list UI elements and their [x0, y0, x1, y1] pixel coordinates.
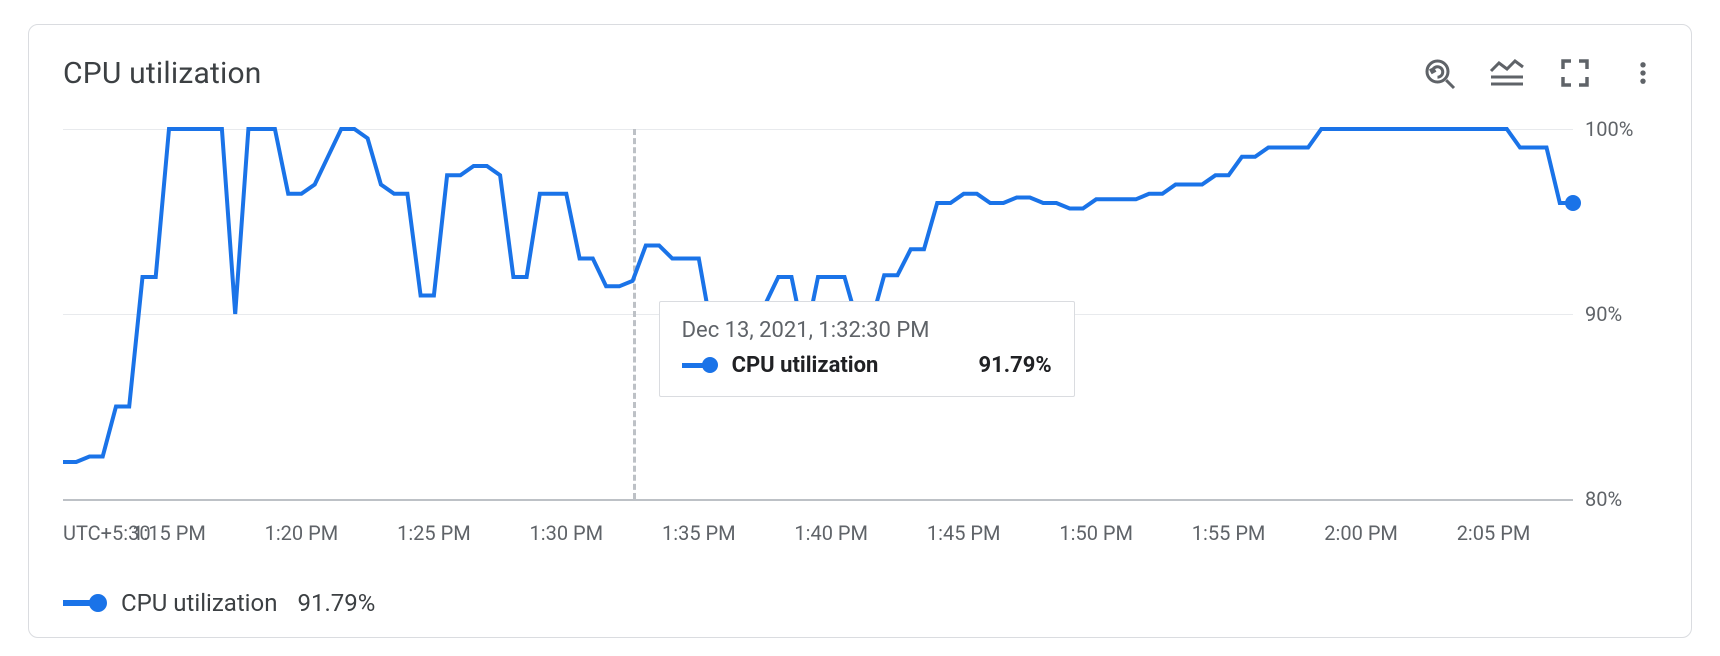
- legend[interactable]: CPU utilization 91.79%: [63, 589, 375, 617]
- legend-icon: [1489, 59, 1525, 87]
- fullscreen-button[interactable]: [1555, 53, 1595, 93]
- tooltip-series-value: 91.79%: [978, 353, 1051, 378]
- ytick-100: 100%: [1585, 117, 1665, 141]
- xtick-10: 2:05 PM: [1457, 521, 1531, 545]
- legend-series-value: 91.79%: [297, 589, 375, 617]
- ytick-90: 90%: [1585, 302, 1665, 326]
- more-vertical-icon: [1629, 57, 1657, 89]
- tooltip-series-marker: [682, 357, 718, 373]
- x-axis-line: [63, 499, 1573, 501]
- xtick-0: 1:15 PM: [132, 521, 206, 545]
- legend-series-name: CPU utilization: [121, 589, 277, 617]
- tooltip: Dec 13, 2021, 1:32:30 PM CPU utilization…: [659, 301, 1075, 397]
- x-axis: UTC+5:30 1:15 PM 1:20 PM 1:25 PM 1:30 PM…: [63, 521, 1573, 553]
- legend-toggle-button[interactable]: [1487, 53, 1527, 93]
- reset-zoom-button[interactable]: [1419, 53, 1459, 93]
- ytick-80: 80%: [1585, 487, 1665, 511]
- plot-area[interactable]: Dec 13, 2021, 1:32:30 PM CPU utilization…: [63, 129, 1663, 539]
- xtick-3: 1:30 PM: [529, 521, 603, 545]
- xtick-6: 1:45 PM: [927, 521, 1001, 545]
- xtick-7: 1:50 PM: [1059, 521, 1133, 545]
- xtick-9: 2:00 PM: [1324, 521, 1398, 545]
- chart-title: CPU utilization: [63, 56, 262, 91]
- more-options-button[interactable]: [1623, 53, 1663, 93]
- fullscreen-icon: [1559, 57, 1591, 89]
- xtick-4: 1:35 PM: [662, 521, 736, 545]
- tooltip-timestamp: Dec 13, 2021, 1:32:30 PM: [682, 318, 1052, 343]
- tooltip-series-name: CPU utilization: [732, 353, 879, 378]
- xtick-8: 1:55 PM: [1192, 521, 1266, 545]
- xtick-2: 1:25 PM: [397, 521, 471, 545]
- plot-inner: Dec 13, 2021, 1:32:30 PM CPU utilization…: [63, 129, 1573, 499]
- chart-header: CPU utilization: [29, 25, 1691, 121]
- chart-toolbar: [1419, 53, 1663, 93]
- chart-card: CPU utilization: [28, 24, 1692, 638]
- legend-series-marker: [63, 594, 107, 612]
- reset-zoom-icon: [1421, 55, 1457, 91]
- xtick-1: 1:20 PM: [265, 521, 339, 545]
- xtick-5: 1:40 PM: [794, 521, 868, 545]
- tooltip-row: CPU utilization 91.79%: [682, 353, 1052, 378]
